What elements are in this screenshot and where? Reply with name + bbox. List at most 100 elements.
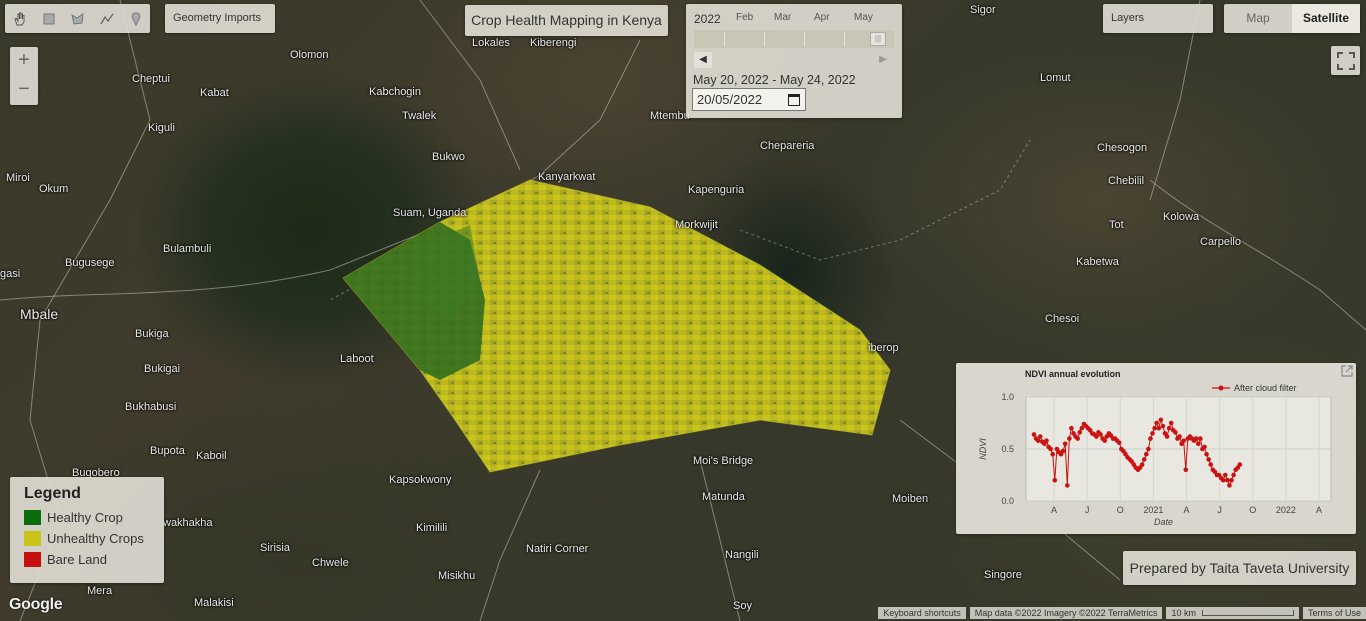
ndvi-chart-panel: 0.0 0.5 1.0 A J O 2021 A J O 2022 A NDVI annual evol…: [956, 363, 1356, 534]
y-tick-label: 0.0: [1001, 496, 1014, 506]
place-label: Kabat: [200, 87, 229, 99]
data-point: [1150, 431, 1155, 436]
geometry-imports-button[interactable]: Geometry Imports: [165, 4, 275, 33]
data-point: [1102, 438, 1107, 443]
place-label: iberop: [868, 342, 899, 354]
data-point: [1077, 430, 1083, 435]
y-tick-label: 0.5: [1001, 444, 1014, 454]
slider-handle[interactable]: |||: [870, 32, 886, 46]
data-point: [1143, 451, 1149, 457]
map-footer: Keyboard shortcuts Map data ©2022 Imager…: [878, 607, 1366, 619]
calendar-icon[interactable]: [788, 94, 800, 106]
data-point: [1160, 423, 1166, 429]
next-arrow-icon[interactable]: ▶: [874, 52, 892, 68]
place-label: Twalek: [402, 110, 437, 122]
place-label: Matunda: [702, 491, 745, 503]
place-label: Moiben: [892, 493, 929, 505]
fullscreen-icon[interactable]: [1331, 46, 1360, 75]
zoom-out-button[interactable]: −: [10, 76, 38, 105]
data-point: [1227, 483, 1232, 488]
data-point: [1225, 477, 1230, 483]
scale-bar[interactable]: 10 km: [1166, 607, 1299, 619]
legend-swatch: [24, 510, 41, 525]
place-label: Carpello: [1200, 236, 1241, 248]
data-point: [1208, 462, 1214, 467]
data-point: [1220, 477, 1226, 483]
legend-label: Healthy Crop: [47, 510, 123, 525]
data-point: [1231, 472, 1236, 478]
map-type-satellite-button[interactable]: Satellite: [1292, 4, 1360, 33]
data-point: [1067, 436, 1072, 441]
terms-link[interactable]: Terms of Use: [1302, 607, 1366, 619]
x-tick-label: A: [1316, 505, 1322, 515]
data-point: [1062, 441, 1068, 447]
data-point: [1154, 420, 1159, 426]
place-label: Kapenguria: [688, 184, 745, 196]
place-label: Olomon: [290, 49, 329, 61]
timeline-month: Feb: [736, 12, 754, 23]
polygon-icon[interactable]: [63, 4, 92, 33]
data-point: [1146, 446, 1151, 452]
place-label: Malakisi: [194, 597, 234, 609]
place-label: Kiberengi: [530, 37, 577, 49]
credit-label: Prepared by Taita Taveta University: [1123, 551, 1356, 585]
data-point: [1098, 432, 1103, 437]
zoom-in-button[interactable]: +: [10, 47, 38, 76]
x-tick-label: O: [1117, 505, 1124, 515]
page-title: Crop Health Mapping in Kenya: [465, 5, 668, 36]
previous-arrow-icon[interactable]: ◀: [694, 52, 712, 68]
place-label: Bukwo: [432, 151, 466, 163]
legend-item: Healthy Crop: [24, 507, 150, 528]
place-label: Chebilil: [1108, 175, 1145, 187]
data-point: [1195, 441, 1201, 447]
timeline-month: May: [854, 12, 873, 23]
place-label: Kanyarkwat: [538, 171, 596, 183]
place-label: Bukhabusi: [125, 401, 177, 413]
place-label: Suam, Uganda: [393, 207, 467, 219]
timeline-month: Mar: [774, 12, 792, 23]
layers-button[interactable]: Layers: [1103, 4, 1213, 33]
legend-marker: [1218, 385, 1224, 391]
place-label: Bugusege: [65, 257, 115, 269]
expand-icon[interactable]: [1341, 365, 1353, 377]
place-label: Soy: [733, 600, 752, 612]
date-range-text: May 20, 2022 - May 24, 2022: [693, 73, 856, 87]
data-point: [1141, 457, 1147, 462]
place-label: Kiguli: [148, 122, 175, 134]
place-label: Kapsokwony: [389, 474, 452, 486]
rectangle-icon[interactable]: [34, 4, 63, 33]
keyboard-shortcuts-link[interactable]: Keyboard shortcuts: [878, 607, 966, 619]
data-point: [1044, 438, 1049, 443]
map-attribution: Map data ©2022 Imagery ©2022 TerraMetric…: [969, 607, 1163, 619]
data-point: [1183, 467, 1189, 473]
data-point: [1158, 417, 1164, 423]
place-label: Bukiga: [135, 328, 169, 340]
date-timeline-slider[interactable]: |||: [694, 30, 894, 48]
data-point: [1177, 434, 1182, 439]
place-label: Kabchogin: [369, 86, 421, 98]
data-point: [1164, 434, 1170, 439]
place-label: Kaboil: [196, 450, 227, 462]
data-point: [1031, 432, 1037, 437]
place-label: Okum: [39, 183, 69, 195]
chart-legend-label: After cloud filter: [1234, 383, 1297, 393]
data-point: [1152, 425, 1157, 431]
place-label: Kabetwa: [1076, 256, 1119, 268]
y-tick-label: 1.0: [1001, 392, 1014, 402]
line-icon[interactable]: [92, 4, 121, 33]
hand-icon[interactable]: [5, 4, 34, 33]
place-label: Mtembu: [650, 110, 690, 122]
timeline-year: 2022: [694, 12, 721, 26]
legend-item: Bare Land: [24, 549, 150, 570]
date-input-value: 20/05/2022: [697, 92, 763, 107]
data-point: [1198, 436, 1203, 441]
data-point: [1037, 434, 1043, 439]
data-point: [1166, 425, 1172, 431]
map-type-map-button[interactable]: Map: [1224, 4, 1292, 33]
data-point: [1048, 446, 1053, 452]
date-input[interactable]: 20/05/2022: [692, 88, 806, 111]
legend-label: Unhealthy Crops: [47, 531, 144, 546]
legend-label: Bare Land: [47, 552, 107, 567]
point-icon[interactable]: [121, 4, 150, 33]
legend-item: Unhealthy Crops: [24, 528, 150, 549]
